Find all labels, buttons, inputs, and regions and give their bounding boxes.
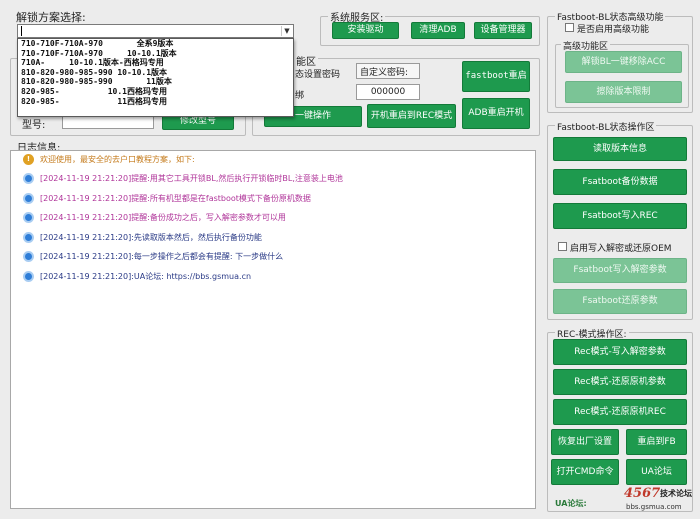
log-panel[interactable]: ! 欢迎使用，最安全的去户口教程方案，如下: [2024-11-19 21:21:2… (10, 150, 536, 509)
unlock-option[interactable]: 710A- 10-10.1版本-西格玛专用 (18, 58, 293, 68)
enable-advanced-label: 是否启用高级功能 (577, 25, 650, 35)
fastboot-write-rec-button[interactable]: Fsatboot写入REC (553, 203, 687, 229)
log-line: [2024-11-19 21:21:20]提醒:所有机型都是在fastboot模… (11, 191, 311, 205)
unlock-scheme-dropdown-list[interactable]: 710-710F-710A-970 全系9版本 710-710F-710A-97… (17, 38, 294, 117)
log-line-text: [2024-11-19 21:21:20]提醒:备份成功之后，写入解密参数才可以… (40, 213, 286, 222)
custom-password-label: 自定义密码: (356, 63, 420, 79)
log-line: [2024-11-19 21:21:20]提醒:备份成功之后，写入解密参数才可以… (11, 211, 286, 225)
watermark-logo: 4567 技术论坛 bbs.gsmua.com (618, 486, 700, 519)
log-line: [2024-11-19 21:21:20]提醒:用其它工具开锁BL,然后执行开锁… (11, 172, 343, 186)
unlock-option[interactable]: 810-820-980-985-990 11版本 (18, 77, 293, 87)
unlock-option[interactable]: 820-985- 10.1西格玛专用 (18, 87, 293, 97)
unlock-option[interactable]: 810-820-980-985-990 10-10.1版本 (18, 68, 293, 78)
info-icon (23, 212, 34, 223)
password-value: 000000 (370, 87, 406, 97)
chevron-down-icon[interactable]: ▼ (281, 26, 292, 36)
install-driver-button[interactable]: 安装驱动 (332, 22, 399, 39)
model-label: 型号: (22, 120, 46, 131)
info-icon (23, 251, 34, 262)
unlock-option[interactable]: 820-985- 11西格玛专用 (18, 97, 293, 107)
log-line: ! 欢迎使用，最安全的去户口教程方案，如下: (11, 152, 195, 166)
ua-forum-button[interactable]: UA论坛 (626, 459, 687, 485)
erase-version-limit-button[interactable]: 擦除版本限制 (565, 81, 682, 103)
watermark-cn: 技术论坛 (660, 489, 692, 498)
ua-forum-footer-label: UA论坛: (555, 499, 587, 508)
read-version-button[interactable]: 读取版本信息 (553, 137, 687, 161)
info-icon (23, 231, 34, 243)
status-password-label: 态设置密码 (295, 70, 341, 80)
log-line: [2024-11-19 21:21:20]:每一步操作之后都会有提醒: 下一步做… (11, 250, 283, 264)
rec-restore-params-button[interactable]: Rec模式-还原原机参数 (553, 369, 687, 395)
fastboot-restore-params-button[interactable]: Fsatboot还原参数 (553, 289, 687, 314)
log-line-text: [2024-11-19 21:21:20]提醒:所有机型都是在fastboot模… (40, 193, 311, 203)
boot-to-rec-button[interactable]: 开机重启到REC模式 (367, 104, 456, 128)
rec-write-decrypt-button[interactable]: Rec模式-写入解密参数 (553, 339, 687, 365)
adb-reboot-button[interactable]: ADB重启开机 (462, 98, 530, 129)
password-input[interactable]: 000000 (356, 84, 420, 100)
log-line-text: [2024-11-19 21:21:20]:每一步操作之后都会有提醒: 下一步做… (40, 252, 284, 261)
warning-icon: ! (23, 153, 34, 165)
log-line-text: 欢迎使用，最安全的去户口教程方案，如下: (40, 154, 195, 164)
watermark-url: bbs.gsmua.com (626, 503, 682, 511)
fastboot-ops-title: Fastboot-BL状态操作区 (555, 120, 657, 133)
log-line-text: [2024-11-19 21:21:20]提醒:用其它工具开锁BL,然后执行开锁… (40, 174, 343, 183)
fastboot-write-decrypt-button[interactable]: Fsatboot写入解密参数 (553, 258, 687, 283)
rec-restore-rec-button[interactable]: Rec模式-还原原机REC (553, 399, 687, 425)
unlock-scheme-label: 解锁方案选择: (16, 11, 86, 24)
watermark-number: 4567 (624, 486, 661, 501)
info-icon (23, 192, 34, 204)
fastboot-backup-button[interactable]: Fsatboot备份数据 (553, 169, 687, 195)
log-line: [2024-11-19 21:21:20]:UA论坛: https://bbs.… (11, 269, 251, 283)
clean-adb-button[interactable]: 清理ADB (411, 22, 465, 39)
factory-reset-button[interactable]: 恢复出厂设置 (551, 429, 619, 455)
unlock-bl-remove-acc-button[interactable]: 解锁BL一键移除ACC (565, 51, 682, 73)
info-icon (23, 270, 34, 282)
device-manager-button[interactable]: 设备管理器 (474, 22, 532, 39)
unlock-scheme-select[interactable]: ▼ (17, 24, 294, 38)
fastboot-reboot-button[interactable]: fastboot重启 (462, 61, 530, 92)
info-icon (23, 173, 34, 184)
reboot-to-fb-button[interactable]: 重启到FB (626, 429, 687, 455)
unlock-option[interactable]: 710-710F-710A-970 10-10.1版本 (18, 49, 293, 59)
bind-label: 绑 (295, 91, 305, 101)
log-line-text: [2024-11-19 21:21:20]:先读取版本然后，然后执行备份功能 (40, 232, 262, 242)
text-caret (21, 26, 22, 36)
log-line-text: [2024-11-19 21:21:20]:UA论坛: https://bbs.… (40, 271, 252, 281)
unlock-option[interactable]: 710-710F-710A-970 全系9版本 (18, 39, 293, 49)
enable-write-checkbox[interactable] (558, 242, 567, 251)
open-cmd-button[interactable]: 打开CMD命令 (551, 459, 619, 485)
enable-write-label: 启用写入解密或还原OEM (570, 244, 672, 254)
function-area-title: 能区 (294, 53, 318, 68)
log-line: [2024-11-19 21:21:20]:先读取版本然后，然后执行备份功能 (11, 230, 262, 244)
enable-advanced-checkbox[interactable] (565, 23, 574, 32)
